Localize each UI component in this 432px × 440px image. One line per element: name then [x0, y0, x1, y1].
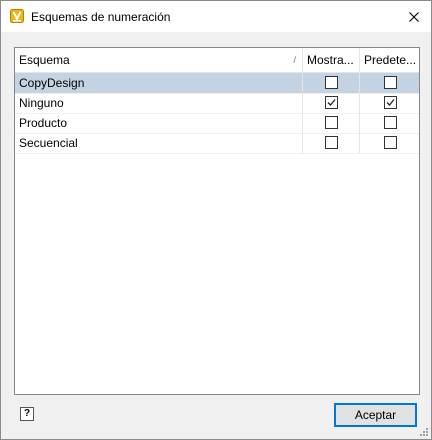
mostrar-cell — [303, 73, 360, 93]
mostrar-checkbox[interactable] — [325, 96, 338, 109]
column-header-predeterminado[interactable]: Predete... — [360, 48, 419, 72]
scheme-name-cell: CopyDesign — [15, 73, 303, 93]
predeterminado-cell — [360, 113, 419, 133]
vault-app-icon — [10, 9, 24, 23]
dialog-window: Esquemas de numeración Esquema / Mostra.… — [0, 0, 432, 440]
predeterminado-checkbox[interactable] — [384, 96, 397, 109]
grid-header: Esquema / Mostra... Predete... — [15, 48, 419, 73]
table-row[interactable]: Ninguno — [15, 93, 419, 114]
predeterminado-checkbox[interactable] — [384, 76, 397, 89]
column-header-label: Mostra... — [307, 53, 354, 67]
column-header-mostrar[interactable]: Mostra... — [303, 48, 360, 72]
scheme-name-cell: Secuencial — [15, 133, 303, 153]
mostrar-cell — [303, 93, 360, 113]
accept-button-label: Aceptar — [354, 408, 397, 422]
mostrar-checkbox[interactable] — [325, 76, 338, 89]
help-button[interactable]: ? — [20, 407, 34, 421]
predeterminado-cell — [360, 73, 419, 93]
accept-button[interactable]: Aceptar — [334, 403, 417, 427]
mostrar-cell — [303, 113, 360, 133]
predeterminado-checkbox[interactable] — [384, 116, 397, 129]
predeterminado-cell — [360, 93, 419, 113]
mostrar-checkbox[interactable] — [325, 136, 338, 149]
close-button[interactable] — [397, 1, 431, 32]
title-bar[interactable]: Esquemas de numeración — [1, 1, 431, 32]
predeterminado-checkbox[interactable] — [384, 136, 397, 149]
close-icon — [409, 11, 419, 22]
column-header-label: Esquema — [19, 53, 70, 67]
column-header-esquema[interactable]: Esquema / — [15, 48, 303, 72]
table-row[interactable]: Secuencial — [15, 133, 419, 154]
scheme-name-cell: Ninguno — [15, 93, 303, 113]
mostrar-checkbox[interactable] — [325, 116, 338, 129]
resize-grip-icon[interactable] — [419, 427, 429, 437]
column-header-label: Predete... — [364, 53, 417, 67]
numbering-schemes-grid[interactable]: Esquema / Mostra... Predete... CopyDesig… — [14, 47, 420, 395]
mostrar-cell — [303, 133, 360, 153]
scheme-name-cell: Producto — [15, 113, 303, 133]
window-title: Esquemas de numeración — [31, 10, 171, 24]
table-row[interactable]: CopyDesign — [15, 73, 419, 94]
predeterminado-cell — [360, 133, 419, 153]
table-row[interactable]: Producto — [15, 113, 419, 134]
sort-ascending-icon: / — [293, 55, 296, 65]
